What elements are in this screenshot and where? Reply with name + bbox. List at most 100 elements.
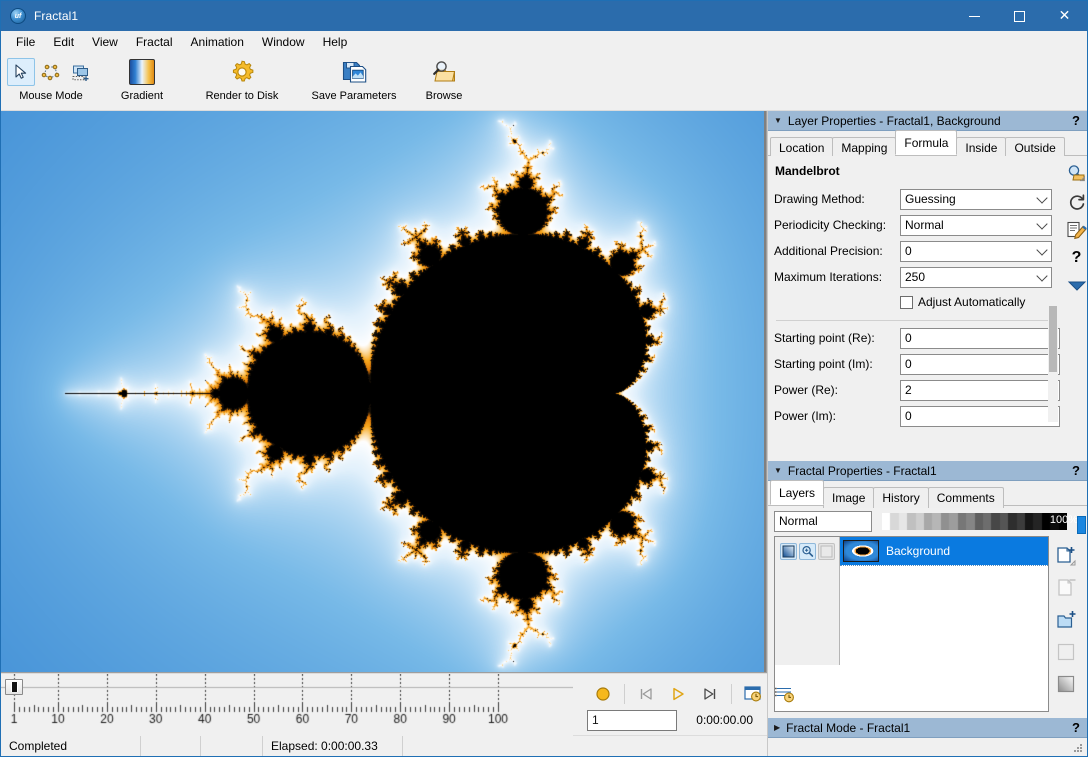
animation-options-button[interactable] [771, 682, 799, 706]
menu-item-edit[interactable]: Edit [44, 32, 83, 52]
main-content-row: 1 0:00:00.00 Completed Elapsed: 0:00:00.… [1, 111, 1087, 756]
minimize-button[interactable] [952, 1, 997, 31]
power-im-input[interactable]: 0 [900, 405, 1060, 427]
gradient-swatch-icon[interactable] [126, 56, 158, 88]
help-icon[interactable]: ? [1072, 720, 1080, 735]
magnifier-folder-icon[interactable] [428, 56, 460, 88]
menu-item-window[interactable]: Window [253, 32, 314, 52]
tab-mapping[interactable]: Mapping [832, 137, 897, 158]
main-toolbar: Mouse Mode Gradient Render to Disk Save … [1, 53, 1087, 111]
tab-comments[interactable]: Comments [927, 487, 1004, 508]
tab-formula[interactable]: Formula [895, 130, 958, 155]
menu-item-view[interactable]: View [83, 32, 127, 52]
previous-key-button[interactable] [632, 682, 660, 706]
help-icon[interactable]: ? [1064, 246, 1088, 270]
menu-item-fractal[interactable]: Fractal [127, 32, 182, 52]
add-layer-icon[interactable] [1053, 544, 1079, 568]
menu-item-help[interactable]: Help [314, 32, 357, 52]
browse-formula-icon[interactable] [1064, 162, 1088, 186]
reload-icon[interactable] [1064, 190, 1088, 214]
toolbar-label-save-parameters: Save Parameters [311, 90, 397, 102]
starting-point-re-input[interactable]: 0 [900, 327, 1060, 349]
show-more-icon[interactable] [1064, 274, 1088, 298]
resize-grip-icon[interactable] [1073, 743, 1084, 754]
timeline-playhead-handle[interactable] [5, 679, 23, 695]
status-cell-3 [201, 736, 263, 756]
add-layer-stack-icon[interactable] [67, 58, 95, 86]
drawing-method-combo[interactable]: Guessing [900, 188, 1052, 210]
add-layer-group-icon[interactable] [1053, 608, 1079, 632]
toolbar-group-save-parameters: Save Parameters [301, 55, 407, 102]
layer-properties-tabs: Location Mapping Formula Inside Outside [768, 130, 1087, 158]
menu-item-animation[interactable]: Animation [182, 32, 253, 52]
periodicity-checking-value: Normal [905, 218, 944, 232]
tab-inside[interactable]: Inside [956, 137, 1007, 158]
adjust-automatically-checkbox[interactable] [900, 295, 913, 309]
floppy-save-icon[interactable] [338, 56, 370, 88]
fractal-properties-header[interactable]: ▼ Fractal Properties - Fractal1 ? [768, 461, 1087, 481]
blend-mode-combo[interactable]: Normal [774, 510, 872, 532]
opacity-slider-knob[interactable] [1077, 515, 1086, 534]
add-mask-icon[interactable] [1053, 640, 1079, 664]
close-button[interactable]: ✕ [1042, 1, 1087, 31]
help-icon[interactable]: ? [1072, 463, 1080, 478]
time-readout: 0:00:00.00 [696, 713, 753, 727]
timeline-settings-button[interactable] [739, 682, 767, 706]
timeline-ruler[interactable] [1, 674, 573, 736]
mask-toggle[interactable] [818, 542, 835, 560]
field-starting-point-im: Starting point (Im): 0 [774, 351, 1060, 377]
maximum-iterations-combo[interactable]: 250 [900, 266, 1052, 288]
document-area: 1 0:00:00.00 Completed Elapsed: 0:00:00.… [1, 111, 794, 756]
dock-bottom-padding [768, 738, 1087, 756]
fractal-view[interactable] [1, 111, 767, 673]
tab-history[interactable]: History [873, 487, 929, 508]
section-divider [776, 320, 1050, 321]
ultrafractal-globe-icon: uf [10, 8, 26, 24]
table-row[interactable]: Background [775, 537, 1048, 565]
fractal-mode-header[interactable]: ▶ Fractal Mode - Fractal1 ? [768, 718, 1087, 738]
record-button[interactable] [589, 682, 617, 706]
chevron-down-icon [1036, 191, 1048, 204]
current-frame-input[interactable]: 1 [587, 710, 677, 731]
right-dock: ▼ Layer Properties - Fractal1, Backgroun… [767, 111, 1087, 756]
starting-point-im-input[interactable]: 0 [900, 353, 1060, 375]
next-key-button[interactable] [696, 682, 724, 706]
toolbar-group-browse: Browse [407, 55, 481, 102]
toolbar-group-gradient: Gradient [101, 55, 183, 102]
tab-image[interactable]: Image [823, 487, 875, 508]
play-button[interactable] [664, 682, 692, 706]
menu-bar: File Edit View Fractal Animation Window … [1, 31, 1087, 53]
layers-list[interactable]: Background [774, 536, 1049, 712]
delete-layer-icon[interactable] [1053, 576, 1079, 600]
status-elapsed: Elapsed: 0:00:00.33 [263, 736, 403, 756]
mandelbrot-fractal-canvas[interactable] [1, 111, 764, 672]
menu-item-file[interactable]: File [7, 32, 44, 52]
timeline-ruler-canvas[interactable] [1, 674, 573, 736]
additional-precision-combo[interactable]: 0 [900, 240, 1052, 262]
layer-properties-body: Mandelbrot Drawing Method: Guessing Peri… [768, 156, 1087, 461]
layer-properties-header[interactable]: ▼ Layer Properties - Fractal1, Backgroun… [768, 111, 1087, 131]
maximize-button[interactable] [997, 1, 1042, 31]
collapse-triangle-icon[interactable]: ▼ [774, 116, 782, 125]
opacity-slider[interactable]: 100% [882, 512, 1086, 534]
layer-properties-scrollbar[interactable] [1048, 302, 1058, 422]
visible-toggle[interactable] [780, 542, 797, 560]
power-re-input[interactable]: 2 [900, 379, 1060, 401]
tab-layers[interactable]: Layers [770, 480, 825, 505]
edit-formula-icon[interactable] [1064, 218, 1088, 242]
cursor-arrow-icon[interactable] [7, 58, 35, 86]
fractal-properties-tabs: Layers Image History Comments [768, 480, 1087, 508]
expand-triangle-icon[interactable]: ▶ [774, 723, 780, 732]
scrollbar-thumb[interactable] [1049, 306, 1057, 372]
editable-toggle[interactable] [799, 542, 816, 560]
layer-row-content[interactable]: Background [840, 537, 1048, 565]
tab-location[interactable]: Location [770, 137, 834, 158]
select-points-icon[interactable] [37, 58, 65, 86]
collapse-triangle-icon[interactable]: ▼ [774, 466, 782, 475]
help-icon[interactable]: ? [1072, 113, 1080, 128]
gear-icon[interactable] [226, 56, 258, 88]
periodicity-checking-combo[interactable]: Normal [900, 214, 1052, 236]
gradient-layer-icon[interactable] [1053, 672, 1079, 696]
tab-outside[interactable]: Outside [1005, 137, 1065, 158]
field-maximum-iterations: Maximum Iterations: 250 [774, 264, 1060, 290]
